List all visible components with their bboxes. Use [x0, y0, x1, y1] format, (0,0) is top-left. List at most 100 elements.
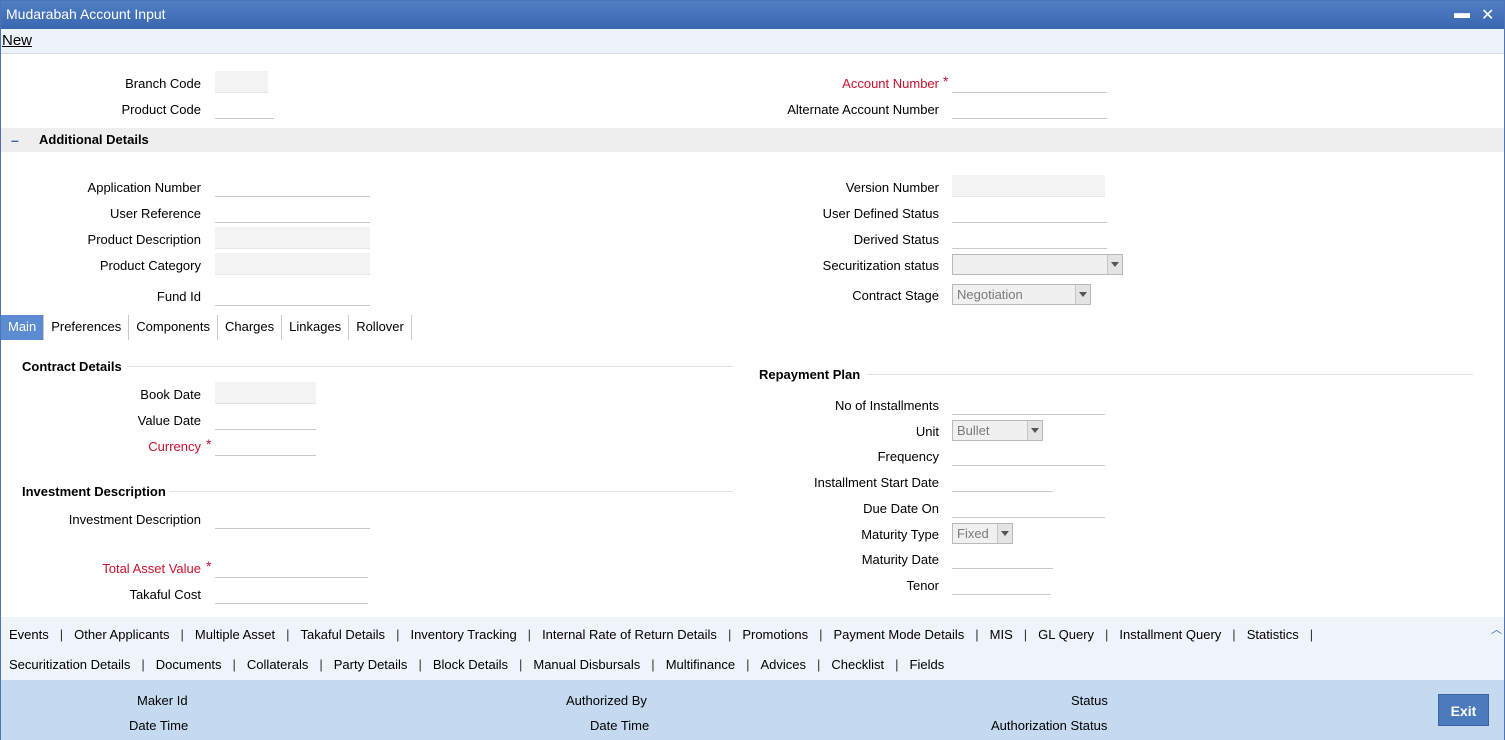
- installment-start-date-input[interactable]: [952, 470, 1053, 492]
- user-defined-status-input[interactable]: [952, 201, 1107, 223]
- link-party-details[interactable]: Party Details: [334, 657, 408, 672]
- link-promotions[interactable]: Promotions: [742, 627, 808, 642]
- title-bar: Mudarabah Account Input ▬ ✕: [1, 1, 1504, 29]
- user-reference-input[interactable]: [215, 201, 370, 223]
- application-number-input[interactable]: [215, 175, 370, 197]
- link-installment-query[interactable]: Installment Query: [1119, 627, 1221, 642]
- user-defined-status-label: User Defined Status: [822, 206, 939, 221]
- link-separator: |: [819, 627, 823, 642]
- tab-charges[interactable]: Charges: [218, 315, 283, 340]
- link-payment-mode-details[interactable]: Payment Mode Details: [833, 627, 964, 642]
- value-date-input[interactable]: [215, 408, 316, 430]
- link-separator: |: [746, 657, 750, 672]
- link-separator: |: [651, 657, 655, 672]
- maturity-type-value: Fixed: [957, 526, 989, 541]
- repayment-divider: [867, 374, 1473, 375]
- link-collaterals[interactable]: Collaterals: [247, 657, 308, 672]
- additional-details-header[interactable]: – Additional Details: [1, 128, 1504, 152]
- link-mis[interactable]: MIS: [990, 627, 1013, 642]
- link-separator: |: [816, 657, 821, 672]
- chevron-down-icon: [1075, 285, 1090, 304]
- authorization-status-label: Authorization Status: [991, 718, 1108, 733]
- due-date-on-input[interactable]: [952, 496, 1105, 518]
- takaful-cost-input[interactable]: [215, 582, 368, 604]
- fund-id-input[interactable]: [215, 284, 370, 306]
- tab-linkages[interactable]: Linkages: [282, 315, 350, 340]
- value-date-label: Value Date: [137, 413, 201, 428]
- additional-details-title: Additional Details: [39, 132, 149, 147]
- branch-code-input[interactable]: [215, 71, 268, 93]
- derived-status-input[interactable]: [952, 227, 1107, 249]
- checker-date-time-label: Date Time: [590, 718, 650, 733]
- link-separator: |: [396, 627, 400, 642]
- total-asset-value-input[interactable]: [215, 556, 368, 578]
- alternate-account-number-input[interactable]: [952, 97, 1107, 119]
- link-internal-rate-of-return-details[interactable]: Internal Rate of Return Details: [542, 627, 717, 642]
- link-inventory-tracking[interactable]: Inventory Tracking: [410, 627, 516, 642]
- tab-preferences[interactable]: Preferences: [44, 315, 130, 340]
- link-other-applicants[interactable]: Other Applicants: [74, 627, 169, 642]
- chevron-up-icon[interactable]: ︿: [1491, 621, 1502, 637]
- investment-description-input[interactable]: [215, 507, 370, 529]
- link-separator: |: [286, 627, 290, 642]
- user-reference-label: User Reference: [109, 206, 201, 221]
- link-manual-disbursals[interactable]: Manual Disbursals: [533, 657, 640, 672]
- derived-status-label: Derived Status: [853, 232, 939, 247]
- link-separator: |: [1023, 627, 1028, 642]
- link-multifinance[interactable]: Multifinance: [666, 657, 735, 672]
- tab-rollover[interactable]: Rollover: [349, 315, 412, 340]
- new-link[interactable]: New: [2, 32, 32, 49]
- minimize-icon[interactable]: ▬: [1454, 5, 1470, 23]
- frequency-input[interactable]: [952, 444, 1105, 466]
- link-gl-query[interactable]: GL Query: [1038, 627, 1094, 642]
- link-separator: |: [975, 627, 979, 642]
- link-separator: |: [319, 657, 323, 672]
- product-code-input[interactable]: [215, 97, 274, 119]
- currency-input[interactable]: [215, 434, 316, 456]
- tab-main[interactable]: Main: [1, 315, 45, 340]
- branch-code-label: Branch Code: [125, 76, 201, 91]
- status-label: Status: [1071, 693, 1108, 708]
- tab-bar: Main Preferences Components Charges Link…: [1, 315, 412, 340]
- link-statistics[interactable]: Statistics: [1247, 627, 1299, 642]
- maker-date-time-label: Date Time: [129, 718, 189, 733]
- contract-stage-value: Negotiation: [957, 287, 1023, 302]
- no-of-installments-input[interactable]: [952, 393, 1105, 415]
- close-icon[interactable]: ✕: [1481, 5, 1494, 25]
- tenor-label: Tenor: [906, 578, 939, 593]
- frequency-label: Frequency: [877, 449, 939, 464]
- product-description-input: [215, 227, 370, 249]
- maturity-type-label: Maturity Type: [861, 527, 939, 542]
- installment-start-date-label: Installment Start Date: [814, 475, 939, 490]
- tab-components[interactable]: Components: [129, 315, 218, 340]
- account-number-input[interactable]: [952, 71, 1107, 93]
- unit-value: Bullet: [957, 423, 990, 438]
- link-events[interactable]: Events: [9, 627, 49, 642]
- contract-details-divider: [127, 366, 733, 367]
- link-checklist[interactable]: Checklist: [831, 657, 884, 672]
- maturity-date-input[interactable]: [952, 547, 1053, 569]
- link-fields[interactable]: Fields: [910, 657, 945, 672]
- link-advices[interactable]: Advices: [760, 657, 806, 672]
- tenor-input[interactable]: [952, 573, 1051, 595]
- link-block-details[interactable]: Block Details: [433, 657, 508, 672]
- link-securitization-details[interactable]: Securitization Details: [9, 657, 130, 672]
- account-input-window: Mudarabah Account Input ▬ ✕ New Branch C…: [0, 0, 1505, 740]
- total-asset-value-required: *: [206, 558, 212, 574]
- link-documents[interactable]: Documents: [156, 657, 222, 672]
- investment-description-label: Investment Description: [68, 512, 201, 527]
- repayment-plan-title: Repayment Plan: [759, 367, 861, 382]
- link-takaful-details[interactable]: Takaful Details: [301, 627, 386, 642]
- collapse-icon[interactable]: –: [11, 132, 19, 148]
- contract-stage-select[interactable]: Negotiation: [952, 284, 1091, 305]
- unit-select[interactable]: Bullet: [952, 420, 1043, 441]
- link-multiple-asset[interactable]: Multiple Asset: [195, 627, 275, 642]
- securitization-status-select[interactable]: [952, 254, 1123, 275]
- due-date-on-label: Due Date On: [863, 501, 939, 516]
- link-separator: |: [518, 657, 523, 672]
- version-number-input: [952, 175, 1105, 197]
- exit-button[interactable]: Exit: [1438, 694, 1489, 726]
- subscreen-links: Events | Other Applicants | Multiple Asset | T…: [1, 617, 1504, 680]
- maturity-type-select[interactable]: Fixed: [952, 523, 1013, 544]
- unit-label: Unit: [915, 424, 939, 439]
